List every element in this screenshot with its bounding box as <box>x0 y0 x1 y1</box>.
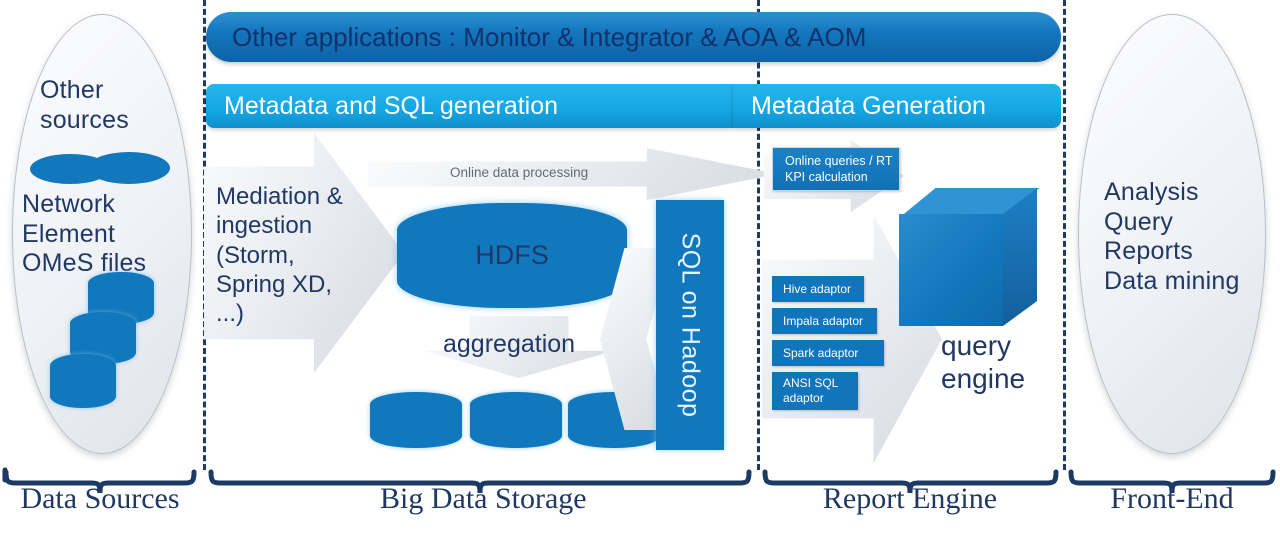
cube-icon <box>899 188 1047 330</box>
adaptor-ansi-sql[interactable]: ANSI SQL adaptor <box>772 372 858 410</box>
drum-2 <box>470 392 562 448</box>
section-label-report-engine: Report Engine <box>822 482 998 515</box>
metadata-generation-label: Metadata Generation <box>751 91 986 120</box>
aggregation-label: aggregation <box>443 330 576 358</box>
front-end-line-3: Reports <box>1104 237 1193 265</box>
ne-files-line-1: Network <box>22 190 116 218</box>
sql-on-hadoop-bar: SQL on Hadoop <box>656 200 724 450</box>
architecture-diagram: Other sources Network Element OMeS files… <box>0 0 1280 541</box>
hdfs-label: HDFS <box>475 240 549 270</box>
online-queries-line-1: Online queries / RT <box>785 154 893 168</box>
online-queries-line-2: KPI calculation <box>785 169 868 184</box>
hdfs-cylinder: HDFS <box>397 203 627 308</box>
ne-files-line-2: Element <box>22 219 116 248</box>
adaptor-hive[interactable]: Hive adaptor <box>772 276 864 302</box>
drum-1 <box>370 392 462 448</box>
adaptor-hive-label: Hive adaptor <box>783 281 852 296</box>
other-applications-label: Other applications : Monitor & Integrato… <box>232 21 867 52</box>
online-queries-chip[interactable]: Online queries / RT KPI calculation <box>772 147 900 191</box>
sql-on-hadoop-label: SQL on Hadoop <box>676 232 705 418</box>
other-sources-line-2: sources <box>40 105 129 134</box>
front-end-line-1: Analysis <box>1104 178 1199 206</box>
cube-face-front <box>899 214 1003 326</box>
query-engine-label: query engine <box>941 329 1025 395</box>
aggregate-drums <box>370 392 660 448</box>
adaptor-impala-label: Impala adaptor <box>783 313 864 328</box>
database-stack-icon <box>48 272 158 412</box>
other-sources-line-1: Other <box>40 76 104 104</box>
adaptor-spark-label: Spark adaptor <box>783 345 859 360</box>
front-end-items: Analysis Query Reports Data mining <box>1104 178 1240 296</box>
divider-report-frontend <box>1063 0 1066 470</box>
section-label-big-data-storage: Big Data Storage <box>380 482 587 515</box>
offline-queries-label: Offline queries <box>772 419 853 433</box>
front-end-line-2: Query <box>1104 207 1174 236</box>
adaptor-ansi-sql-line-2: adaptor <box>783 391 824 405</box>
adaptor-impala[interactable]: Impala adaptor <box>772 308 877 334</box>
mediation-ingestion-label: Mediation & ingestion (Storm, Spring XD,… <box>216 183 343 328</box>
metadata-sql-generation-label: Metadata and SQL generation <box>224 91 559 120</box>
metadata-sql-generation-banner[interactable]: Metadata and SQL generation <box>206 84 733 128</box>
query-engine-line-2: engine <box>941 363 1026 395</box>
section-label-data-sources: Data Sources <box>20 482 180 515</box>
front-end-line-4: Data mining <box>1104 266 1240 295</box>
query-engine-line-1: query <box>941 330 1012 361</box>
ne-files-label: Network Element OMeS files <box>22 190 146 279</box>
adaptor-ansi-sql-line-1: ANSI SQL <box>783 376 839 390</box>
online-data-processing-label: Online data processing <box>450 165 589 180</box>
cloud-icon <box>30 152 170 186</box>
metadata-generation-banner[interactable]: Metadata Generation <box>733 84 1061 128</box>
other-applications-banner[interactable]: Other applications : Monitor & Integrato… <box>206 12 1061 62</box>
section-label-front-end: Front-End <box>1110 482 1234 515</box>
other-sources-label: Other sources <box>40 76 129 135</box>
divider-storage-report <box>757 0 760 470</box>
adaptor-spark[interactable]: Spark adaptor <box>772 340 884 366</box>
